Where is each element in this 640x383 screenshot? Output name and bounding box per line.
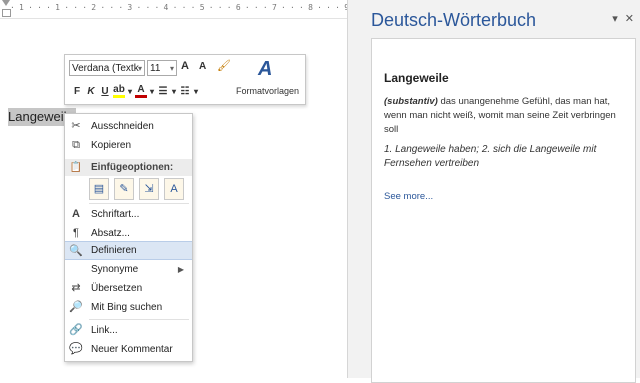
chevron-down-icon: ▾ — [137, 64, 142, 73]
search-icon: 🔎 — [69, 301, 83, 313]
document-area[interactable]: · 1 · · · 1 · · · 2 · · · 3 · · · 4 · · … — [0, 0, 421, 378]
font-size-value: 11 — [150, 63, 161, 74]
divider — [89, 203, 189, 204]
paste-text-only-icon[interactable]: A — [164, 178, 184, 200]
chevron-down-icon: ▾ — [169, 64, 174, 73]
clipboard-icon: 📋 — [69, 162, 83, 173]
font-size-select[interactable]: 11 ▾ — [147, 60, 177, 76]
divider — [89, 319, 189, 320]
definition-card: Langeweile (substantiv) das unangenehme … — [371, 38, 636, 383]
entry-examples: 1. Langeweile haben; 2. sich die Langewe… — [384, 144, 597, 169]
underline-button[interactable]: U — [99, 86, 111, 97]
chevron-down-icon[interactable]: ▾ — [171, 87, 177, 96]
pane-options-icon[interactable]: ▾ — [612, 13, 618, 25]
shrink-font-button[interactable]: A — [199, 61, 206, 72]
italic-button[interactable]: K — [85, 86, 97, 97]
bullets-icon[interactable]: ☰ — [157, 86, 169, 97]
styles-icon[interactable]: A — [258, 58, 272, 81]
chevron-right-icon: ▶ — [177, 265, 184, 274]
pane-title: Deutsch-Wörterbuch — [371, 10, 537, 30]
pane-controls: ▾ ✕ — [605, 12, 634, 25]
font-color-button[interactable]: A — [135, 84, 147, 98]
format-painter-icon[interactable]: 🖌 — [217, 59, 231, 72]
mini-toolbar: Verdana (Textk ▾ 11 ▾ A A 🖌 F K U ab ▾ A ▾… — [64, 54, 306, 105]
translate-icon: ⇄ — [71, 282, 81, 294]
menu-item-bing-search[interactable]: 🔎 Mit Bing suchen — [65, 298, 192, 317]
paste-picture-icon[interactable]: ⇲ — [139, 178, 159, 200]
ruler[interactable]: · 1 · · · 1 · · · 2 · · · 3 · · · 4 · · … — [0, 0, 421, 19]
see-more-link[interactable]: See more... — [384, 191, 433, 202]
numbering-icon[interactable]: ☷ — [179, 86, 191, 97]
paste-keep-source-icon[interactable]: ▤ — [89, 178, 109, 200]
menu-item-cut[interactable]: ✂ Ausschneiden — [65, 117, 192, 136]
highlight-button[interactable]: ab — [113, 84, 125, 98]
font-name-select[interactable]: Verdana (Textk ▾ — [69, 60, 145, 76]
styles-button[interactable]: Formatvorlagen — [236, 86, 299, 96]
menu-item-new-comment[interactable]: 💬 Neuer Kommentar — [65, 340, 192, 359]
paragraph-icon: ¶ — [73, 227, 79, 239]
menu-item-synonyms[interactable]: Synonyme ▶ — [65, 260, 192, 279]
paste-options-row: ▤ ✎ ⇲ A — [89, 178, 184, 200]
dictionary-pane: Deutsch-Wörterbuch ▾ ✕ Langeweile (substa… — [361, 0, 640, 383]
comment-icon: 💬 — [69, 343, 83, 355]
first-line-indent-marker[interactable] — [2, 0, 10, 6]
define-icon: 🔍 — [69, 245, 83, 257]
scissors-icon: ✂ — [71, 120, 81, 132]
link-icon: 🔗 — [69, 324, 83, 336]
paste-options-header: 📋 Einfügeoptionen: — [65, 159, 192, 176]
format-row: F K U ab ▾ A ▾ ☰ ▾ ☷ ▾ — [71, 83, 199, 99]
grow-font-button[interactable]: A — [181, 60, 189, 72]
paste-merge-format-icon[interactable]: ✎ — [114, 178, 134, 200]
part-of-speech: (substantiv) — [384, 96, 438, 107]
bold-button[interactable]: F — [71, 86, 83, 97]
copy-icon: ⧉ — [72, 139, 80, 151]
chevron-down-icon[interactable]: ▾ — [127, 87, 133, 96]
close-icon[interactable]: ✕ — [625, 13, 634, 25]
pane-splitter[interactable] — [347, 0, 361, 378]
chevron-down-icon[interactable]: ▾ — [149, 87, 155, 96]
menu-item-link[interactable]: 🔗 Link... — [65, 321, 192, 340]
context-menu: ✂ Ausschneiden ⧉ Kopieren 📋 Einfügeoptionen… — [64, 113, 193, 362]
menu-item-copy[interactable]: ⧉ Kopieren — [65, 136, 192, 155]
entry-word: Langeweile — [384, 71, 449, 85]
menu-item-translate[interactable]: ⇄ Übersetzen — [65, 279, 192, 298]
chevron-down-icon[interactable]: ▾ — [193, 87, 199, 96]
font-name-value: Verdana (Textk — [72, 63, 139, 74]
entry-definition: (substantiv) das unangenehme Gefühl, das… — [384, 95, 624, 137]
font-icon: A — [72, 208, 80, 220]
menu-item-font[interactable]: A Schriftart... — [65, 205, 192, 224]
menu-item-define[interactable]: 🔍 Definieren — [65, 241, 192, 260]
